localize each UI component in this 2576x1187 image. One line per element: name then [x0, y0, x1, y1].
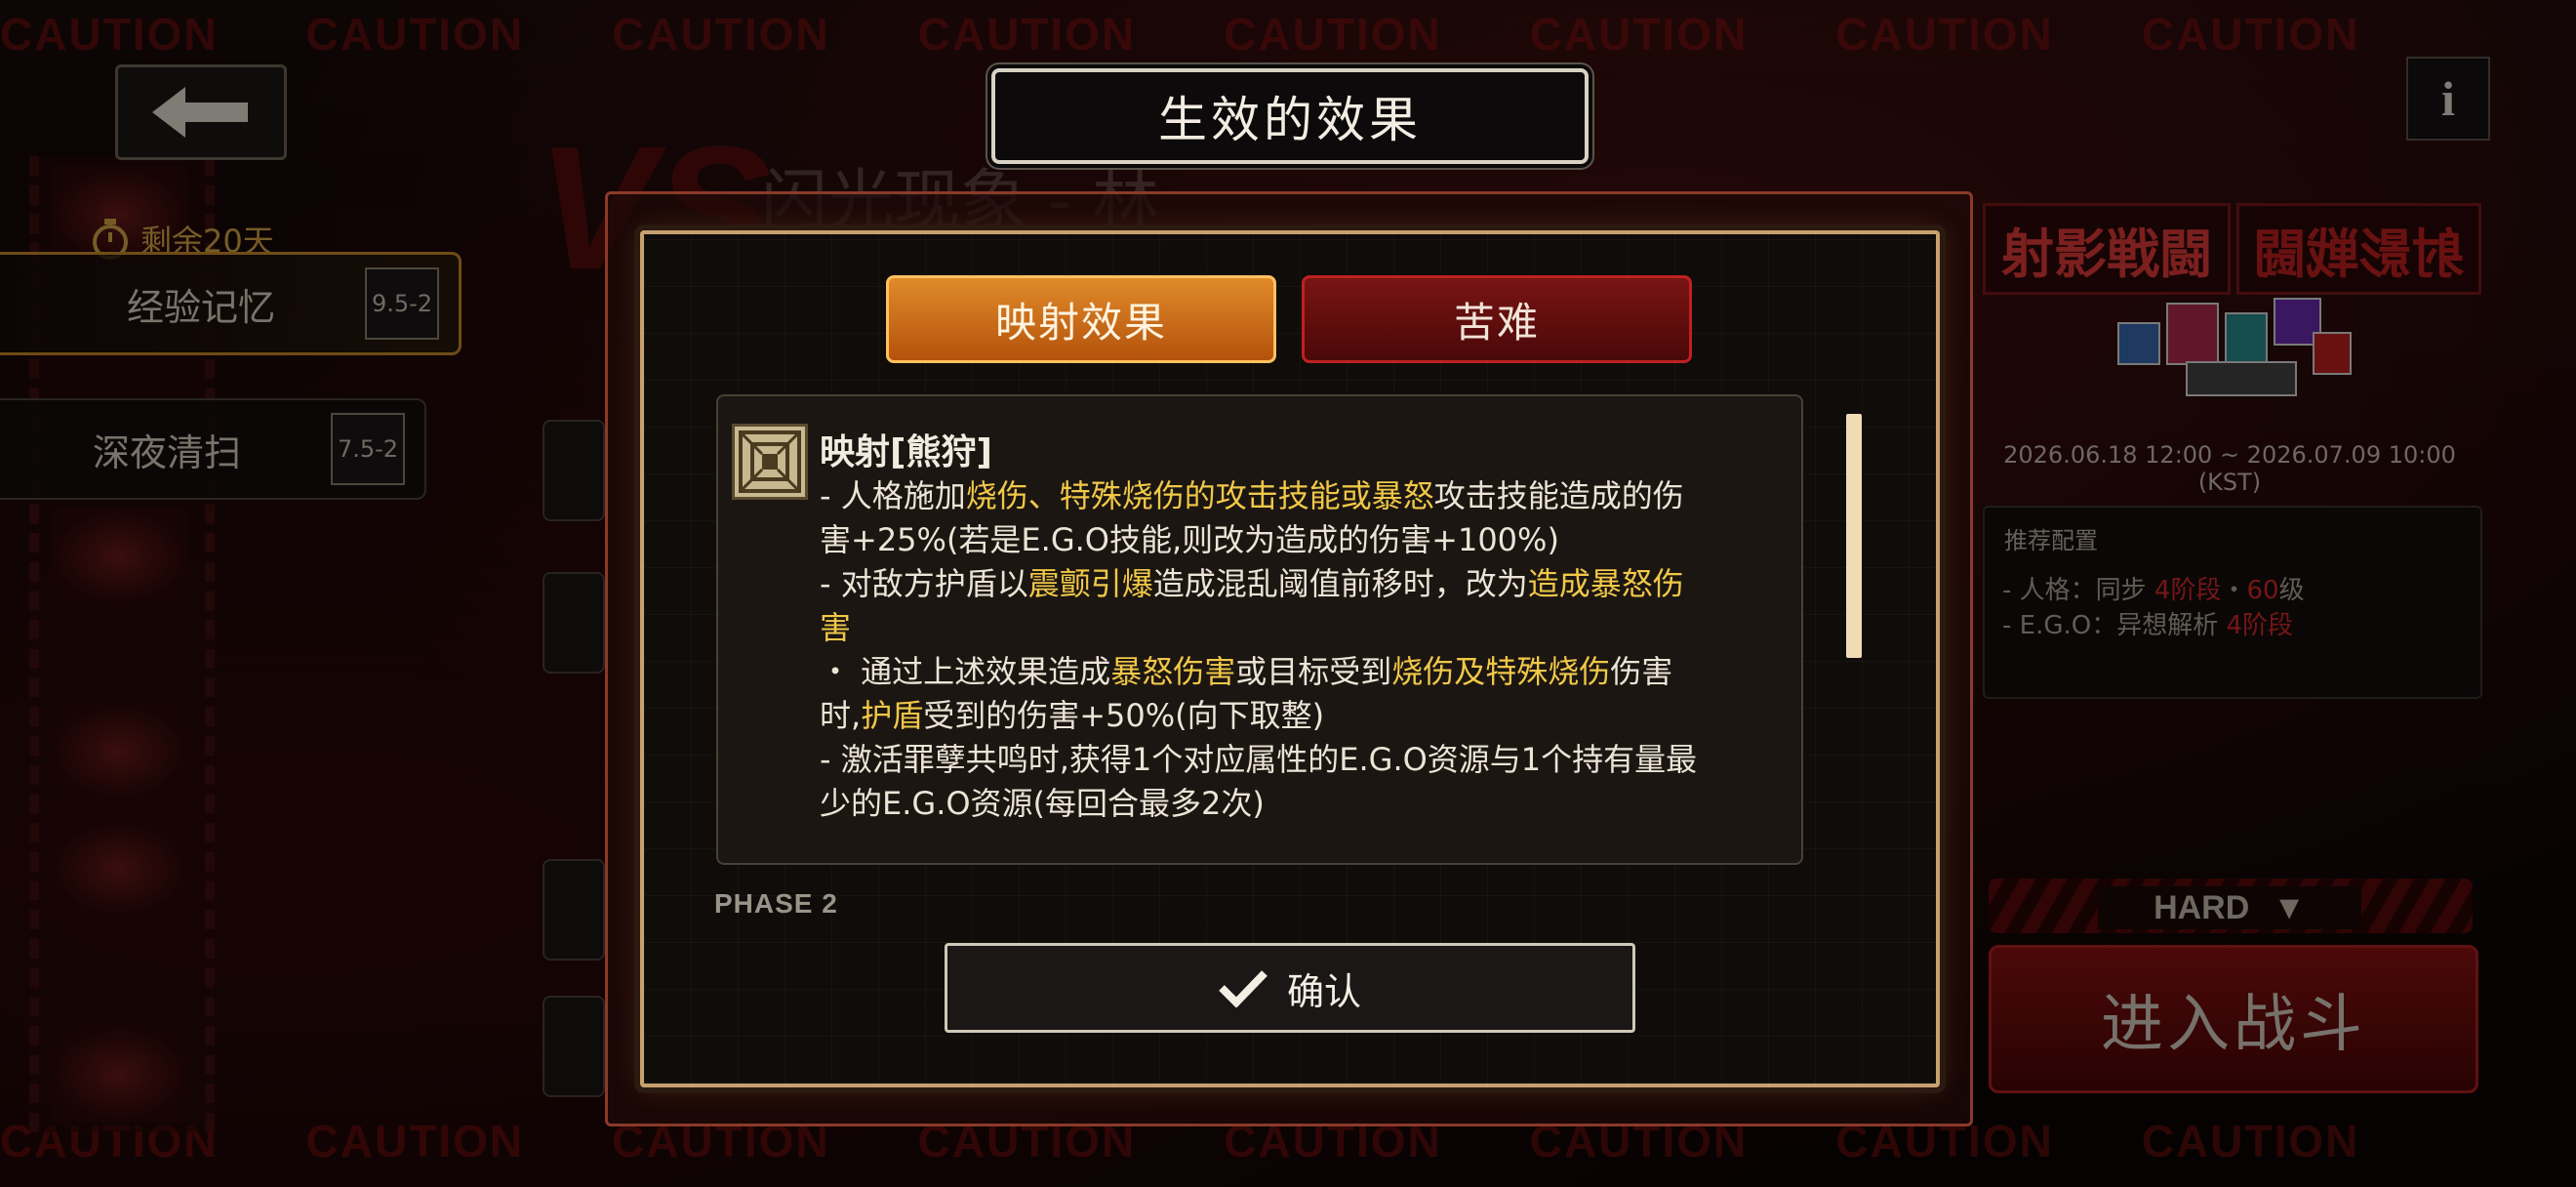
- confirm-button[interactable]: 确认: [945, 943, 1635, 1033]
- nested-square-icon: [732, 424, 808, 500]
- effect-title: 映射[熊狩]: [820, 432, 992, 472]
- effect-line: 害+25%(若是E.G.O技能,则改为造成的伤害+100%): [820, 521, 1559, 558]
- phase-2-heading: PHASE 2: [714, 888, 838, 919]
- confirm-label: 确认: [1286, 969, 1361, 1013]
- modal-title: 生效的效果: [991, 68, 1589, 164]
- tab-mapping-effect[interactable]: 映射效果: [886, 275, 1276, 363]
- effect-line: 时,护盾受到的伤害+50%(向下取整): [820, 697, 1325, 734]
- effect-line: - 人格施加烧伤、特殊烧伤的攻击技能或暴怒攻击技能造成的伤: [820, 477, 1684, 514]
- effect-card: 映射[熊狩] - 人格施加烧伤、特殊烧伤的攻击技能或暴怒攻击技能造成的伤 害+2…: [716, 394, 1803, 865]
- scrollbar[interactable]: [1846, 414, 1862, 658]
- effect-line: - 激活罪孽共鸣时,获得1个对应属性的E.G.O资源与1个持有量最: [820, 741, 1698, 778]
- effect-line: 害: [820, 609, 852, 646]
- tab-suffering[interactable]: 苦难: [1302, 275, 1692, 363]
- checkmark-icon: [1219, 970, 1268, 1007]
- effect-line: 少的E.G.O资源(每回合最多2次): [820, 785, 1265, 822]
- effect-line: ・ 通过上述效果造成暴怒伤害或目标受到烧伤及特殊烧伤伤害: [820, 653, 1673, 690]
- effect-line: - 对敌方护盾以震颤引爆造成混乱阈值前移时，改为造成暴怒伤: [820, 565, 1684, 602]
